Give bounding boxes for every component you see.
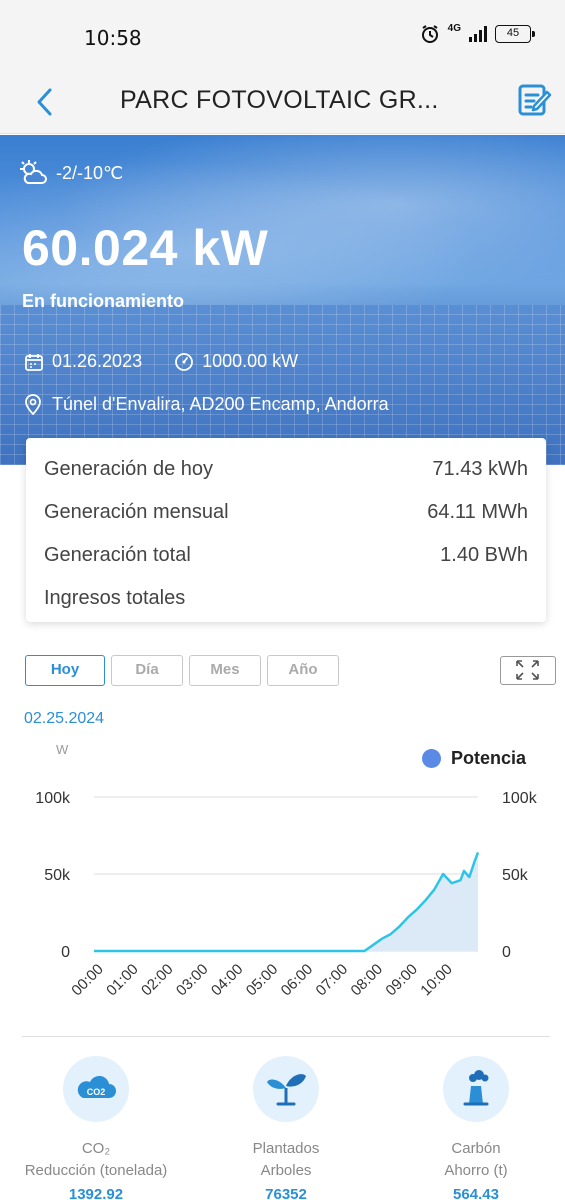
metric-label-line1: Carbón: [451, 1140, 501, 1157]
metric-coal: Carbón Ahorro (t) 564.43: [386, 1056, 565, 1200]
installed-capacity-value: 1000.00 kW: [202, 351, 299, 371]
generation-stats-card: Generación de hoy 71.43 kWh Generación m…: [26, 438, 546, 622]
power-plant-glyph: [463, 1070, 489, 1106]
stat-value: 64.11 MWh: [427, 501, 528, 523]
x-tick-label: 08:00: [348, 961, 387, 1000]
app-header: PARC FOTOVOLTAIC GR...: [0, 72, 565, 134]
battery-icon: 45: [495, 25, 535, 43]
gauge-icon: [175, 352, 193, 371]
stat-row-monthly: Generación mensual 64.11 MWh: [44, 491, 528, 534]
signal-icon: [469, 26, 487, 42]
status-icons: 4G 45: [420, 22, 535, 44]
plant-status: En funcionamiento: [22, 291, 184, 311]
stat-label: Ingresos totales: [44, 587, 186, 609]
tab-year[interactable]: Año: [267, 655, 339, 686]
metric-label-line1: CO₂: [81, 1140, 111, 1157]
svg-text:CO2: CO2: [87, 1087, 106, 1097]
edit-icon: [518, 84, 552, 116]
metric-trees: Plantados Arboles 76352: [196, 1056, 376, 1200]
y-tick-label-left: 50k: [44, 867, 71, 884]
plant-glyph: [267, 1074, 306, 1106]
edit-button[interactable]: [517, 82, 553, 118]
x-tick-label: 10:00: [417, 961, 456, 1000]
stat-row-income: Ingresos totales: [44, 577, 528, 620]
alarm-icon: [421, 25, 438, 43]
x-tick-label: 03:00: [173, 961, 212, 1000]
location-pin-icon: [25, 394, 41, 415]
weather-temperature: -2/-10℃: [56, 162, 124, 183]
power-chart: 100k 100k50k 50k0 000:0001:0002:0003:0004:0…: [35, 790, 538, 1000]
y-tick-label-right: 0: [502, 944, 511, 961]
chart-date: 02.25.2024: [24, 710, 105, 727]
plant-icon: [253, 1056, 319, 1122]
metric-label-line2: Ahorro (t): [444, 1162, 508, 1179]
y-tick-label-left: 0: [61, 944, 70, 961]
divider: [22, 1036, 550, 1037]
plant-location: Túnel d'Envalira, AD200 Encamp, Andorra: [24, 393, 389, 415]
stat-row-today: Generación de hoy 71.43 kWh: [44, 448, 528, 491]
calendar-icon: [25, 353, 43, 371]
installed-capacity: 1000.00 kW: [174, 351, 298, 372]
y-tick-label-right: 100k: [502, 790, 538, 807]
stat-label: Generación total: [44, 544, 191, 566]
back-button[interactable]: [30, 84, 60, 120]
metric-label-line2: Arboles: [260, 1162, 312, 1179]
x-tick-label: 02:00: [138, 961, 177, 1000]
x-tick-label: 05:00: [243, 961, 282, 1000]
legend-label: Potencia: [451, 748, 527, 768]
y-tick-label-left: 100k: [35, 790, 71, 807]
y-tick-label-right: 50k: [502, 867, 529, 884]
metric-co2: CO2 CO₂ Reducción (tonelada) 1392.92: [6, 1056, 186, 1200]
chart-legend[interactable]: Potencia: [422, 748, 526, 769]
series-area-potencia: [94, 852, 478, 951]
power-plant-icon: [443, 1056, 509, 1122]
fullscreen-button[interactable]: [500, 656, 556, 685]
metric-value: 1392.92: [68, 1186, 124, 1200]
stat-label: Generación de hoy: [44, 458, 214, 480]
weather-info: -2/-10℃: [18, 159, 123, 187]
x-tick-label: 01:00: [103, 961, 142, 1000]
co2-cloud-glyph: CO2: [77, 1075, 116, 1098]
chevron-left-icon: [37, 88, 52, 116]
metric-value: 76352: [265, 1186, 307, 1200]
location-text: Túnel d'Envalira, AD200 Encamp, Andorra: [52, 393, 389, 414]
install-date-value: 01.26.2023: [52, 351, 143, 371]
chart-y-unit: W: [56, 742, 69, 757]
tab-today[interactable]: Hoy: [25, 655, 105, 686]
x-tick-label: 07:00: [313, 961, 352, 1000]
metric-label-line1: Plantados: [252, 1140, 320, 1157]
metric-label-line2: Reducción (tonelada): [24, 1162, 168, 1179]
app-screen: 10:58 4G 45 PARC FOTOVOLTAIC GR... -2/-1…: [0, 0, 565, 1200]
co2-cloud-icon: CO2: [63, 1056, 129, 1122]
page-title: PARC FOTOVOLTAIC GR...: [120, 86, 439, 114]
x-tick-label: 04:00: [208, 961, 247, 1000]
cloudy-sun-icon: [20, 160, 47, 184]
status-bar: 10:58 4G 45: [0, 0, 565, 72]
metric-label: CO₂ Reducción (tonelada): [6, 1138, 186, 1182]
install-date: 01.26.2023: [24, 351, 142, 372]
stat-label: Generación mensual: [44, 501, 229, 523]
tab-day[interactable]: Día: [111, 655, 183, 686]
metric-value: 564.43: [453, 1186, 499, 1200]
metric-label: Carbón Ahorro (t): [386, 1138, 565, 1182]
plant-info-row: 01.26.2023 1000.00 kW: [24, 351, 330, 372]
x-tick-label: 09:00: [382, 961, 421, 1000]
stat-value: 1.40 BWh: [440, 544, 528, 566]
tab-month[interactable]: Mes: [189, 655, 261, 686]
x-tick-label: 00:00: [68, 961, 107, 1000]
stat-value: 71.43 kWh: [432, 458, 528, 480]
x-tick-label: 06:00: [278, 961, 317, 1000]
plant-hero-banner: -2/-10℃ 60.024 kW En funcionamiento 01.2…: [0, 135, 565, 465]
stat-row-total: Generación total 1.40 BWh: [44, 534, 528, 577]
current-power: 60.024 kW: [22, 220, 269, 276]
network-type: 4G: [447, 22, 461, 34]
period-tabs: Hoy Día Mes Año: [25, 655, 339, 686]
metric-label: Plantados Arboles: [196, 1138, 376, 1182]
legend-dot-icon: [422, 749, 441, 768]
status-time: 10:58: [84, 26, 142, 50]
expand-icon: [516, 660, 539, 680]
